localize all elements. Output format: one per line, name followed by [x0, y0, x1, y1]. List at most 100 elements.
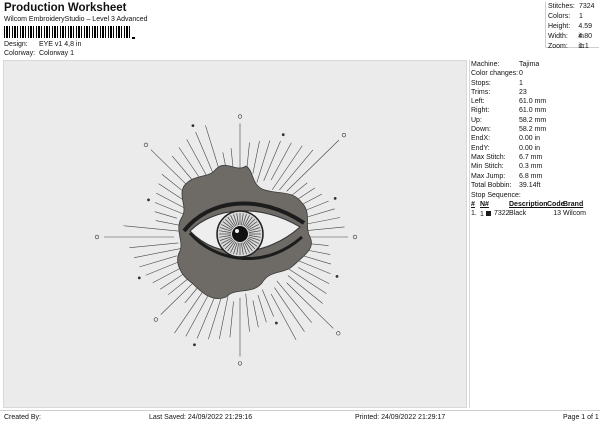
prop-label: Total Bobbin:: [471, 181, 512, 189]
prop-row: Max Jump: 6.8 mm: [470, 172, 600, 181]
stat-value: 1:1: [579, 43, 589, 50]
prop-label: Right:: [471, 107, 490, 115]
ray-line: [158, 183, 186, 202]
design-preview-canvas[interactable]: [3, 60, 467, 408]
ray-dot: [333, 196, 337, 200]
col-n-header: N#: [480, 201, 489, 209]
prop-label: Trims:: [471, 88, 491, 96]
ray-line: [154, 211, 177, 219]
stats-row-stitches: Stitches: 7324: [548, 2, 599, 12]
prop-label: Up:: [471, 116, 482, 124]
prop-row: Min Stitch: 0.3 mm: [470, 162, 600, 171]
ray-dot: [191, 124, 195, 128]
ray-dot: [94, 234, 100, 240]
ray-dot: [341, 133, 347, 138]
ray-line: [252, 140, 260, 174]
stat-label: Stitches:: [548, 3, 575, 10]
barcode-mark: [132, 37, 135, 39]
stop-sequence-row[interactable]: 1. 1 7322 Black 13 Wilcom: [470, 209, 600, 218]
row-brand: Wilcom: [563, 210, 586, 218]
prop-label: Machine:: [471, 61, 500, 68]
prop-value: 58.2 mm: [519, 116, 547, 124]
prop-row: Max Stitch: 6.7 mm: [470, 153, 600, 162]
properties-list: Machine: Tajima Color changes: 0 Stops: 1 T…: [470, 60, 600, 190]
colorway-row: Colorway: Colorway 1: [4, 50, 74, 57]
prop-row: Left: 61.0 mm: [470, 97, 600, 106]
ray-line: [160, 272, 186, 290]
col-description-header: Description: [509, 201, 548, 209]
colorway-label: Colorway:: [4, 50, 36, 57]
prop-row: EndY: 0.00 in: [470, 144, 600, 153]
ray-dot: [335, 274, 339, 278]
prop-value: 0.3 mm: [519, 163, 543, 171]
stats-row-zoom: Zoom: 1:1: [548, 42, 599, 52]
ray-line: [145, 259, 183, 276]
prop-row: Right: 61.0 mm: [470, 106, 600, 115]
ray-line: [257, 295, 267, 323]
design-value: EYE v1 4,8 in: [38, 41, 82, 48]
worksheet-header: Production Worksheet Wilcom EmbroiderySt…: [0, 0, 545, 60]
prop-value: 0: [519, 70, 523, 78]
col-code-header: Code: [547, 201, 565, 209]
stat-value: 4.80 in: [578, 33, 593, 50]
ray-dot: [143, 142, 149, 147]
prop-label: EndY:: [471, 144, 490, 152]
colorway-value: Colorway 1: [38, 50, 74, 57]
ray-line: [123, 225, 183, 232]
prop-row: Stops: 1: [470, 79, 600, 88]
ray-dot: [137, 276, 141, 280]
ray-line: [208, 295, 223, 340]
ray-line: [196, 296, 216, 339]
ray-dot: [336, 331, 341, 336]
prop-label: Left:: [471, 98, 485, 106]
stats-box: Stitches: 7324 Colors: 1 Height: 4.59 in Wi…: [545, 2, 599, 50]
ray-line: [256, 140, 271, 183]
ray-dot: [274, 321, 278, 325]
prop-value: 39.14ft: [519, 181, 541, 189]
prop-label: EndX:: [471, 135, 491, 143]
printed-date: Printed: 24/09/2022 21:29:17: [355, 414, 446, 421]
ray-line: [286, 139, 340, 192]
ray-line: [298, 267, 330, 284]
prop-row: Trims: 23: [470, 88, 600, 97]
design-label: Design:: [4, 41, 28, 48]
thread-color-swatch: [485, 211, 491, 217]
ray-line: [156, 192, 186, 209]
prop-value: Tajima: [519, 61, 540, 68]
design-row: Design: EYE v1 4,8 in: [4, 41, 81, 48]
stats-row-height: Height: 4.59 in: [548, 22, 599, 40]
ray-line: [263, 140, 281, 181]
row-n: 1: [480, 209, 494, 218]
ray-line: [270, 142, 292, 181]
pupil-highlight: [235, 229, 239, 233]
prop-label: Min Stitch:: [471, 163, 504, 171]
ray-dot: [281, 133, 285, 137]
prop-label: Stops:: [471, 79, 491, 87]
ray-line: [129, 242, 179, 248]
stat-label: Zoom:: [548, 43, 568, 50]
prop-row: Color changes: 0: [470, 69, 600, 78]
pupil: [232, 226, 248, 242]
stats-row-width: Width: 4.80 in: [548, 32, 599, 50]
ray-dot: [352, 234, 358, 240]
stat-value: 4.59 in: [578, 23, 593, 40]
prop-row: Machine: Tajima: [470, 60, 600, 69]
ray-line: [245, 293, 250, 332]
prop-row: Total Bobbin: 39.14ft: [470, 181, 600, 190]
ray-line: [286, 282, 334, 329]
row-description: Black: [509, 210, 527, 218]
row-n-value: 1: [480, 211, 484, 219]
page-title: Production Worksheet: [4, 2, 127, 14]
design-properties-panel: Machine: Tajima Color changes: 0 Stops: 1 T…: [469, 60, 600, 408]
stop-sequence-header: # N# Description Code Brand: [470, 200, 600, 209]
worksheet-footer: Created By: Last Saved: 24/09/2022 21:29…: [0, 410, 600, 424]
ray-line: [155, 220, 180, 226]
eye-embroidery-design: [94, 114, 358, 366]
ray-dot: [237, 114, 243, 119]
page-number: Page 1 of 1: [563, 414, 599, 421]
barcode: [4, 26, 132, 38]
ray-dot: [147, 198, 150, 202]
prop-value: 58.2 mm: [519, 126, 547, 134]
prop-value: 6.7 mm: [519, 153, 543, 161]
prop-label: Max Jump:: [471, 172, 506, 180]
